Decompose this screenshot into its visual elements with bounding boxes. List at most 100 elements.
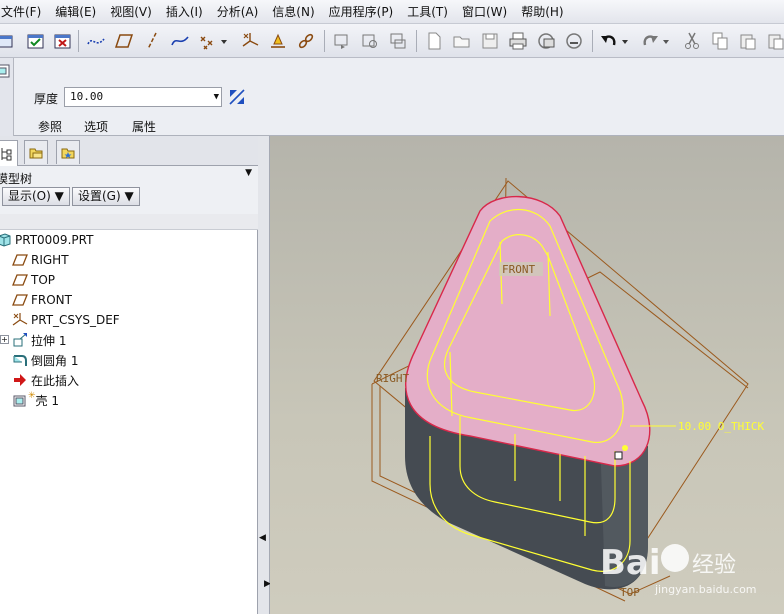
tree-item-front[interactable]: FRONT (12, 290, 72, 310)
datum-curve-button[interactable] (84, 29, 108, 53)
view-manager-button[interactable] (330, 29, 354, 53)
main-toolbar (0, 24, 784, 58)
drag-handle[interactable] (614, 451, 623, 460)
settings-button[interactable]: 设置(G) ▼ (72, 187, 140, 206)
datum-point-dropdown[interactable] (218, 29, 230, 53)
paw-icon (661, 544, 689, 572)
sketched-curve-button[interactable] (168, 29, 192, 53)
flip-direction-icon[interactable] (227, 87, 247, 107)
navigator-tabs (0, 136, 258, 167)
menu-edit[interactable]: 编辑(E) (48, 0, 103, 24)
redo-button[interactable] (638, 29, 662, 53)
collapse-left-icon[interactable]: ◀ (259, 533, 266, 543)
cut-button[interactable] (680, 29, 704, 53)
tab-options[interactable]: 选项 (84, 118, 108, 135)
tree-item-label: FRONT (31, 293, 72, 307)
datum-label-top: TOP (620, 586, 640, 599)
verify-button[interactable] (24, 29, 48, 53)
undo-dropdown[interactable] (619, 29, 631, 53)
model-tree-column-strip (0, 214, 258, 230)
analysis-feature-button[interactable] (266, 29, 290, 53)
chevron-down-icon (221, 40, 227, 44)
tab-properties[interactable]: 属性 (132, 118, 156, 135)
menu-window[interactable]: 窗口(W) (455, 0, 514, 24)
menu-tools[interactable]: 工具(T) (400, 0, 455, 24)
datum-label-front: FRONT (499, 262, 543, 276)
tree-item-right[interactable]: RIGHT (12, 250, 69, 270)
email-link-icon (566, 33, 582, 49)
tree-item-csys[interactable]: PRT_CSYS_DEF (12, 310, 120, 330)
graphics-viewport[interactable]: FRONT RIGHT TOP 10.00 O_THICK Bai 经验 jin… (270, 136, 784, 614)
datum-point-button[interactable] (196, 29, 220, 53)
thickness-dimension-label[interactable]: 10.00 O_THICK (678, 420, 764, 433)
menu-applications[interactable]: 应用程序(P) (322, 0, 401, 24)
link-button[interactable] (294, 29, 318, 53)
tab-favorites[interactable] (56, 140, 80, 164)
shell-dashboard: 厚度 10.00 ▼ 参照 选项 属性 (0, 58, 784, 136)
new-file-button[interactable] (422, 29, 446, 53)
tab-folder-browser[interactable] (24, 140, 48, 164)
sketched-curve-icon (171, 36, 189, 46)
tree-item-extrude[interactable]: 拉伸 1 (12, 330, 66, 350)
cut-icon (685, 32, 699, 49)
chevron-down-icon[interactable]: ▼ (245, 168, 252, 178)
layer-button[interactable] (358, 29, 382, 53)
tree-item-top[interactable]: TOP (12, 270, 55, 290)
save-button[interactable] (478, 29, 502, 53)
paste-special-button[interactable] (764, 29, 784, 53)
chevron-down-icon (622, 40, 628, 44)
copy-button[interactable] (708, 29, 732, 53)
menu-file[interactable]: 文件(F) (0, 0, 48, 24)
tree-item-insert-here[interactable]: 在此插入 (12, 370, 79, 390)
new-file-icon (428, 32, 441, 50)
watermark-url: jingyan.baidu.com (654, 583, 757, 596)
paste-icon (740, 34, 756, 50)
open-file-icon (453, 36, 470, 48)
tree-item-label: 在此插入 (31, 373, 80, 388)
tree-item-label: 倒圆角 1 (31, 353, 79, 368)
menu-insert[interactable]: 插入(I) (159, 0, 210, 24)
save-icon (482, 33, 498, 49)
tree-item-round[interactable]: 倒圆角 1 (12, 350, 78, 370)
thickness-input[interactable]: 10.00 ▼ (64, 87, 222, 107)
csys-button[interactable] (238, 29, 262, 53)
window-button[interactable] (386, 29, 410, 53)
tree-item-part[interactable]: PRT0009.PRT (0, 230, 93, 250)
datum-plane-icon (12, 274, 28, 286)
datum-plane-icon (12, 254, 28, 266)
tree-expander[interactable]: + (0, 335, 9, 344)
menu-analysis[interactable]: 分析(A) (210, 0, 266, 24)
menu-help[interactable]: 帮助(H) (514, 0, 570, 24)
model-tree-icon (1, 148, 12, 161)
redo-dropdown[interactable] (660, 29, 672, 53)
panel-splitter[interactable]: ◀ ▶ (258, 136, 271, 614)
menu-info[interactable]: 信息(N) (265, 0, 321, 24)
email-button[interactable] (534, 29, 558, 53)
open-file-button[interactable] (450, 29, 474, 53)
close-window-button[interactable] (51, 29, 75, 53)
print-button[interactable] (506, 29, 530, 53)
tab-model-tree[interactable] (0, 140, 18, 167)
toolbar-separator (78, 30, 79, 52)
star-icon: ✳ (28, 391, 36, 401)
csys-icon (12, 313, 28, 326)
show-button[interactable]: 显示(O) ▼ (2, 187, 70, 206)
menu-view[interactable]: 视图(V) (103, 0, 159, 24)
chevron-down-icon[interactable]: ▼ (214, 88, 219, 106)
redo-icon (643, 35, 658, 46)
tree-item-label: 壳 1 (35, 393, 59, 408)
regenerate-icon (0, 35, 13, 48)
tab-references[interactable]: 参照 (38, 118, 62, 135)
regenerate-button[interactable] (0, 29, 18, 53)
email-link-button[interactable] (562, 29, 586, 53)
paste-button[interactable] (736, 29, 760, 53)
undo-button[interactable] (597, 29, 621, 53)
datum-axis-button[interactable] (140, 29, 164, 53)
datum-plane-button[interactable] (112, 29, 136, 53)
toolbar-separator (592, 30, 593, 52)
datum-curve-icon (87, 38, 105, 45)
model-tree-title: 模型树 (0, 172, 33, 186)
watermark-cn: 经验 (692, 553, 736, 578)
link-icon (298, 33, 314, 49)
tree-item-shell[interactable]: ✳ 壳 1 (12, 390, 59, 410)
